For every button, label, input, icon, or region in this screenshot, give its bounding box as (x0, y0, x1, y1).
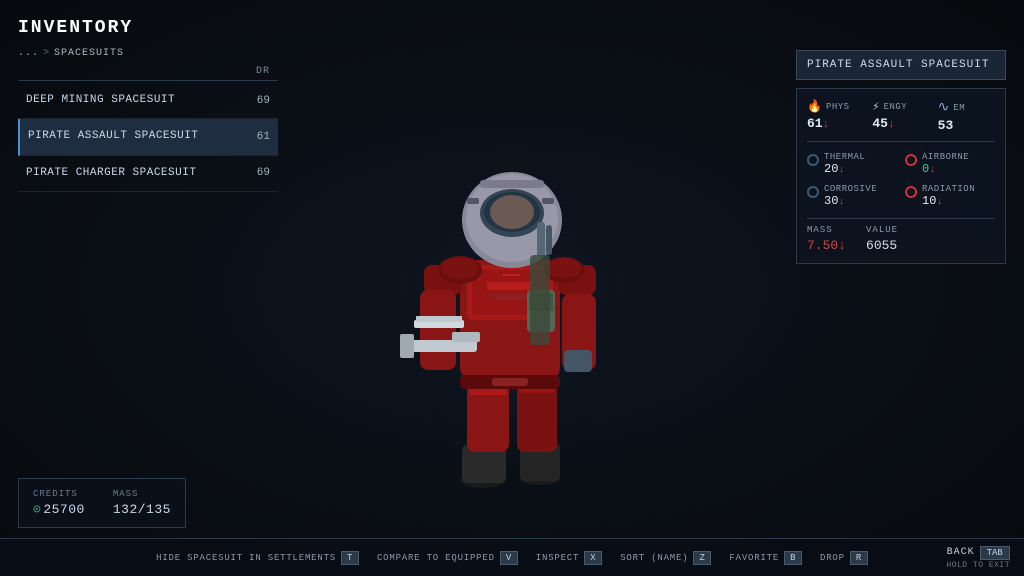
character-figure (372, 50, 652, 510)
item-dr: 61 (240, 131, 270, 143)
bottom-left-stats: CREDITS ⊙25700 MASS 132/135 (18, 478, 186, 528)
favorite-key: B (784, 551, 802, 565)
radiation-stat: RADIATION 10↓ (905, 184, 995, 208)
breadcrumb-current: SPACESUITS (54, 48, 124, 59)
list-header: DR (18, 63, 278, 81)
em-label: EM (953, 103, 965, 113)
back-key: TAB (980, 546, 1010, 560)
credits-value: ⊙25700 (33, 502, 85, 517)
inspect-label: INSPECT (536, 553, 579, 563)
engy-label: ENGY (884, 102, 908, 112)
thermal-dot (807, 154, 819, 166)
hide-spacesuit-label: HIDE SPACESUIT IN SETTLEMENTS (156, 553, 336, 563)
drop-action[interactable]: DROP R (820, 551, 868, 565)
drop-label: DROP (820, 553, 845, 563)
left-panel: INVENTORY ... > SPACESUITS DR DEEP MININ… (18, 18, 278, 192)
list-item[interactable]: PIRATE CHARGER SPACESUIT 69 (18, 156, 278, 192)
credits-label: CREDITS (33, 489, 85, 499)
mass-stat-value: 7.50↓ (807, 238, 846, 253)
mass-value-row: MASS 7.50↓ VALUE 6055 (807, 218, 995, 253)
item-dr: 69 (240, 95, 270, 107)
grid-stats: THERMAL 20↓ AIRBORNE 0↓ CORROS (807, 152, 995, 208)
character-preview (322, 40, 702, 520)
breadcrumb-arrow: > (43, 48, 50, 59)
airborne-dot (905, 154, 917, 166)
corrosive-stat: CORROSIVE 30↓ (807, 184, 897, 208)
phys-icon: 🔥 (807, 99, 822, 114)
inventory-title: INVENTORY (18, 18, 278, 38)
favorite-label: FAVORITE (729, 553, 779, 563)
item-name: DEEP MINING SPACESUIT (26, 93, 175, 108)
top-stats-row: 🔥 PHYS 61↓ ⚡ ENGY 45↓ ∿ EM (807, 99, 995, 142)
value-block: VALUE 6055 (866, 225, 898, 253)
phys-stat: 🔥 PHYS 61↓ (807, 99, 864, 133)
radiation-dot (905, 186, 917, 198)
corrosive-label: CORROSIVE (824, 184, 877, 194)
radiation-label: RADIATION (922, 184, 975, 194)
engy-value: 45↓ (872, 116, 894, 131)
sort-label: SORT (NAME) (620, 553, 688, 563)
thermal-stat: THERMAL 20↓ (807, 152, 897, 176)
mass-stat-label: MASS (807, 225, 846, 235)
mass-block: MASS 132/135 (113, 489, 171, 517)
sort-key: Z (693, 551, 711, 565)
breadcrumb: ... > SPACESUITS (18, 48, 278, 59)
compare-key: V (500, 551, 518, 565)
engy-icon: ⚡ (872, 99, 879, 114)
corrosive-value: 30↓ (824, 194, 877, 208)
corrosive-dot (807, 186, 819, 198)
mass-label: MASS (113, 489, 171, 499)
sort-action[interactable]: SORT (NAME) Z (620, 551, 711, 565)
right-panel: PIRATE ASSAULT SPACESUIT 🔥 PHYS 61↓ ⚡ EN… (796, 50, 1006, 264)
compare-action[interactable]: COMPARE TO EQUIPPED V (377, 551, 518, 565)
compare-label: COMPARE TO EQUIPPED (377, 553, 495, 563)
stats-box: 🔥 PHYS 61↓ ⚡ ENGY 45↓ ∿ EM (796, 88, 1006, 264)
airborne-label: AIRBORNE (922, 152, 969, 162)
em-icon: ∿ (938, 99, 950, 116)
thermal-label: THERMAL (824, 152, 865, 162)
airborne-stat: AIRBORNE 0↓ (905, 152, 995, 176)
item-title: PIRATE ASSAULT SPACESUIT (807, 59, 995, 71)
inspect-key: X (584, 551, 602, 565)
favorite-action[interactable]: FAVORITE B (729, 551, 802, 565)
airborne-value: 0↓ (922, 162, 969, 176)
character-svg (372, 50, 652, 510)
radiation-value: 10↓ (922, 194, 975, 208)
breadcrumb-parent: ... (18, 48, 39, 59)
thermal-value: 20↓ (824, 162, 865, 176)
inspect-action[interactable]: INSPECT X (536, 551, 602, 565)
item-name: PIRATE ASSAULT SPACESUIT (28, 129, 198, 144)
list-header-dr: DR (256, 66, 270, 77)
credits-block: CREDITS ⊙25700 (33, 489, 85, 517)
item-name: PIRATE CHARGER SPACESUIT (26, 166, 196, 181)
mass-block: MASS 7.50↓ (807, 225, 846, 253)
em-stat: ∿ EM 53 (938, 99, 995, 133)
mass-value: 132/135 (113, 502, 171, 517)
hide-spacesuit-key: T (341, 551, 359, 565)
drop-key: R (850, 551, 868, 565)
inventory-list: DEEP MINING SPACESUIT 69 PIRATE ASSAULT … (18, 83, 278, 192)
engy-stat: ⚡ ENGY 45↓ (872, 99, 929, 133)
back-label: BACK (947, 547, 975, 558)
value-stat-label: VALUE (866, 225, 898, 235)
credits-icon: ⊙ (33, 502, 41, 517)
em-value: 53 (938, 118, 954, 133)
phys-label: PHYS (826, 102, 850, 112)
phys-value: 61↓ (807, 116, 829, 131)
list-item-selected[interactable]: PIRATE ASSAULT SPACESUIT 61 (18, 119, 278, 155)
back-sub: HOLD TO EXIT (946, 561, 1010, 570)
hide-spacesuit-action[interactable]: HIDE SPACESUIT IN SETTLEMENTS T (156, 551, 359, 565)
value-stat-value: 6055 (866, 238, 898, 253)
item-title-box: PIRATE ASSAULT SPACESUIT (796, 50, 1006, 80)
item-dr: 69 (240, 167, 270, 179)
back-button[interactable]: BACK TAB HOLD TO EXIT (946, 546, 1010, 570)
bottom-action-bar: HIDE SPACESUIT IN SETTLEMENTS T COMPARE … (0, 538, 1024, 576)
list-item[interactable]: DEEP MINING SPACESUIT 69 (18, 83, 278, 119)
